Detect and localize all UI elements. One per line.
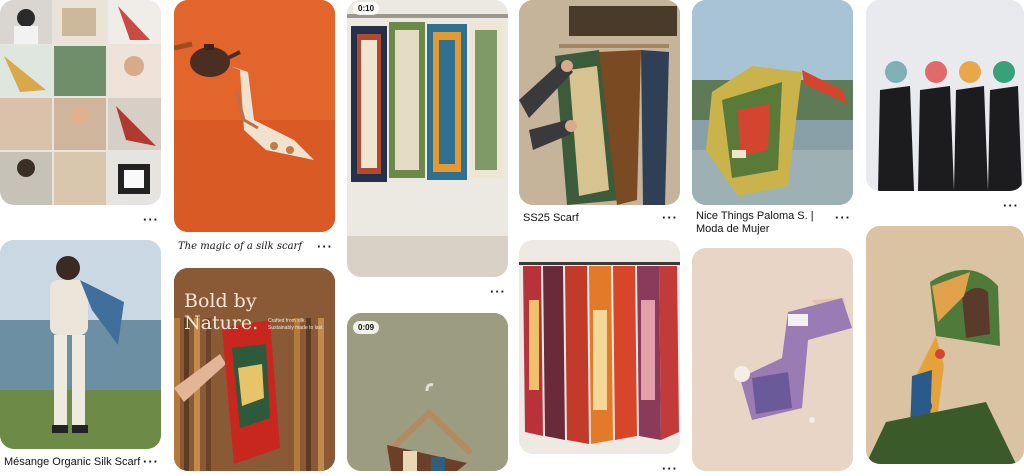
- pin-hanger[interactable]: 0:09: [347, 313, 508, 471]
- ss25-image: [519, 0, 680, 205]
- collage-image: [0, 0, 161, 205]
- more-options-icon[interactable]: ···: [317, 239, 333, 254]
- more-options-icon[interactable]: ···: [490, 284, 506, 299]
- pin-headscarf-woman[interactable]: [866, 226, 1024, 464]
- pin-ss25[interactable]: [519, 0, 680, 205]
- video-duration-badge: 0:09: [353, 321, 380, 334]
- pin-collage[interactable]: [0, 0, 161, 205]
- pin-orange-teapot[interactable]: [174, 0, 335, 232]
- teapot-image: [174, 0, 335, 232]
- rack-image: [347, 0, 508, 277]
- video-duration-badge: 0:10: [353, 2, 380, 15]
- more-options-icon[interactable]: ···: [143, 454, 159, 469]
- pin-bold-nature[interactable]: Bold by Nature. Crafted from silk. Susta…: [174, 268, 335, 471]
- red-scarves-image: [519, 240, 680, 454]
- mesange-image: [0, 240, 161, 449]
- more-options-icon[interactable]: ···: [662, 210, 678, 225]
- pin-red-scarves[interactable]: [519, 240, 680, 454]
- subtext: Crafted from silk. Sustainably made to l…: [268, 318, 324, 331]
- headscarf-image: [866, 226, 1024, 464]
- more-options-icon[interactable]: ···: [143, 212, 159, 227]
- hanger-image: [347, 313, 508, 471]
- more-options-icon[interactable]: ···: [662, 461, 678, 476]
- pin-hanging-rack[interactable]: 0:10: [347, 0, 508, 277]
- more-options-icon[interactable]: ···: [835, 210, 851, 225]
- pin-title[interactable]: Mésange Organic Silk Scarf: [4, 456, 140, 469]
- pin-paloma[interactable]: [692, 0, 853, 205]
- pin-title[interactable]: The magic of a silk scarf: [178, 240, 302, 253]
- pin-title[interactable]: Nice Things Paloma S. | Moda de Mujer: [696, 210, 828, 236]
- pin-title[interactable]: SS25 Scarf: [523, 212, 579, 225]
- purple-scarf-image: [692, 248, 853, 471]
- more-options-icon[interactable]: ···: [1003, 198, 1019, 213]
- pin-mesange[interactable]: [0, 240, 161, 449]
- pin-four-women[interactable]: [866, 0, 1024, 191]
- four-women-image: [866, 0, 1024, 191]
- paloma-image: [692, 0, 853, 205]
- pin-purple-scarf[interactable]: [692, 248, 853, 471]
